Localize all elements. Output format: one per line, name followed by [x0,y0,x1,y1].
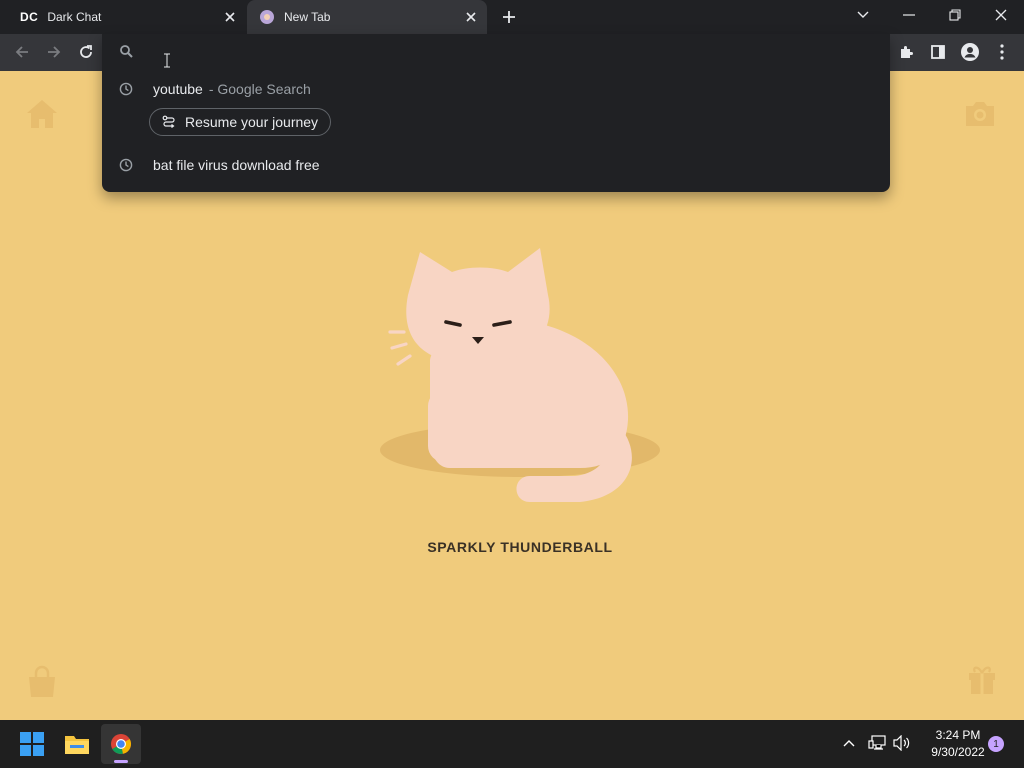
profile-button[interactable] [958,40,982,64]
chrome-taskbar-button[interactable] [101,724,141,764]
tab-title: Dark Chat [47,10,102,24]
suggestion-text: youtube [153,81,203,97]
active-app-indicator [114,760,128,763]
extensions-button[interactable] [894,40,918,64]
cat-illustration [380,240,670,525]
address-bar-input[interactable] [152,42,756,64]
kebab-menu-icon [1000,44,1004,60]
plus-icon [503,11,515,23]
clock-icon [119,82,133,96]
tab-new-tab[interactable]: New Tab [247,0,487,34]
gift-icon[interactable] [964,660,1000,701]
text-cursor-icon [164,53,170,73]
suggestion-text: bat file virus download free [153,157,320,173]
chip-label: Resume your journey [185,114,319,130]
search-icon [119,44,133,63]
tab-dark-chat[interactable]: DC Dark Chat [0,0,246,34]
chevron-up-icon[interactable] [842,736,856,755]
puzzle-icon [901,46,913,58]
back-button[interactable] [10,40,34,64]
arrow-left-icon [15,46,28,58]
suggestion-row[interactable]: youtube - Google Search [102,72,890,106]
network-icon[interactable] [868,735,886,756]
clock-icon [119,158,133,172]
resume-journey-chip[interactable]: Resume your journey [149,108,332,136]
page-title: SPARKLY THUNDERBALL [427,539,613,555]
dark-chat-favicon: DC [20,10,39,24]
new-tab-favicon-icon [260,10,274,24]
restore-button[interactable] [932,0,978,30]
shopping-bag-icon[interactable] [24,664,60,705]
avatar-icon [961,43,979,61]
clock-widget[interactable]: 3:24 PM 9/30/2022 [918,728,998,759]
journey-icon [162,115,175,128]
menu-button[interactable] [990,40,1014,64]
camera-icon[interactable] [962,96,998,137]
close-icon [995,9,1007,21]
tab-search-button[interactable] [840,0,886,30]
home-icon[interactable] [24,96,60,137]
notification-badge[interactable]: 1 [988,736,1004,752]
side-panel-icon [931,45,945,59]
windows-start-icon[interactable] [20,732,44,761]
volume-icon[interactable] [893,734,911,756]
close-window-button[interactable] [978,0,1024,30]
reload-button[interactable] [74,40,98,64]
close-icon[interactable] [222,9,238,25]
date-label: 9/30/2022 [931,745,985,759]
minimize-button[interactable] [886,0,932,30]
suggestion-subtext: - Google Search [208,81,311,97]
tab-title: New Tab [284,10,331,24]
minimize-icon [903,14,915,16]
forward-button[interactable] [42,40,66,64]
close-icon[interactable] [463,9,479,25]
restore-icon [949,9,961,21]
new-tab-button[interactable] [500,8,518,26]
file-explorer-icon[interactable] [64,732,90,761]
arrow-right-icon [48,46,61,58]
chevron-down-icon [857,11,869,18]
side-panel-button[interactable] [926,40,950,64]
omnibox-dropdown: youtube - Google Search Resume your jour… [102,34,890,192]
chrome-icon [111,734,132,755]
suggestion-row[interactable]: bat file virus download free [102,148,890,182]
time-label: 3:24 PM [935,728,981,742]
reload-icon [80,45,92,58]
